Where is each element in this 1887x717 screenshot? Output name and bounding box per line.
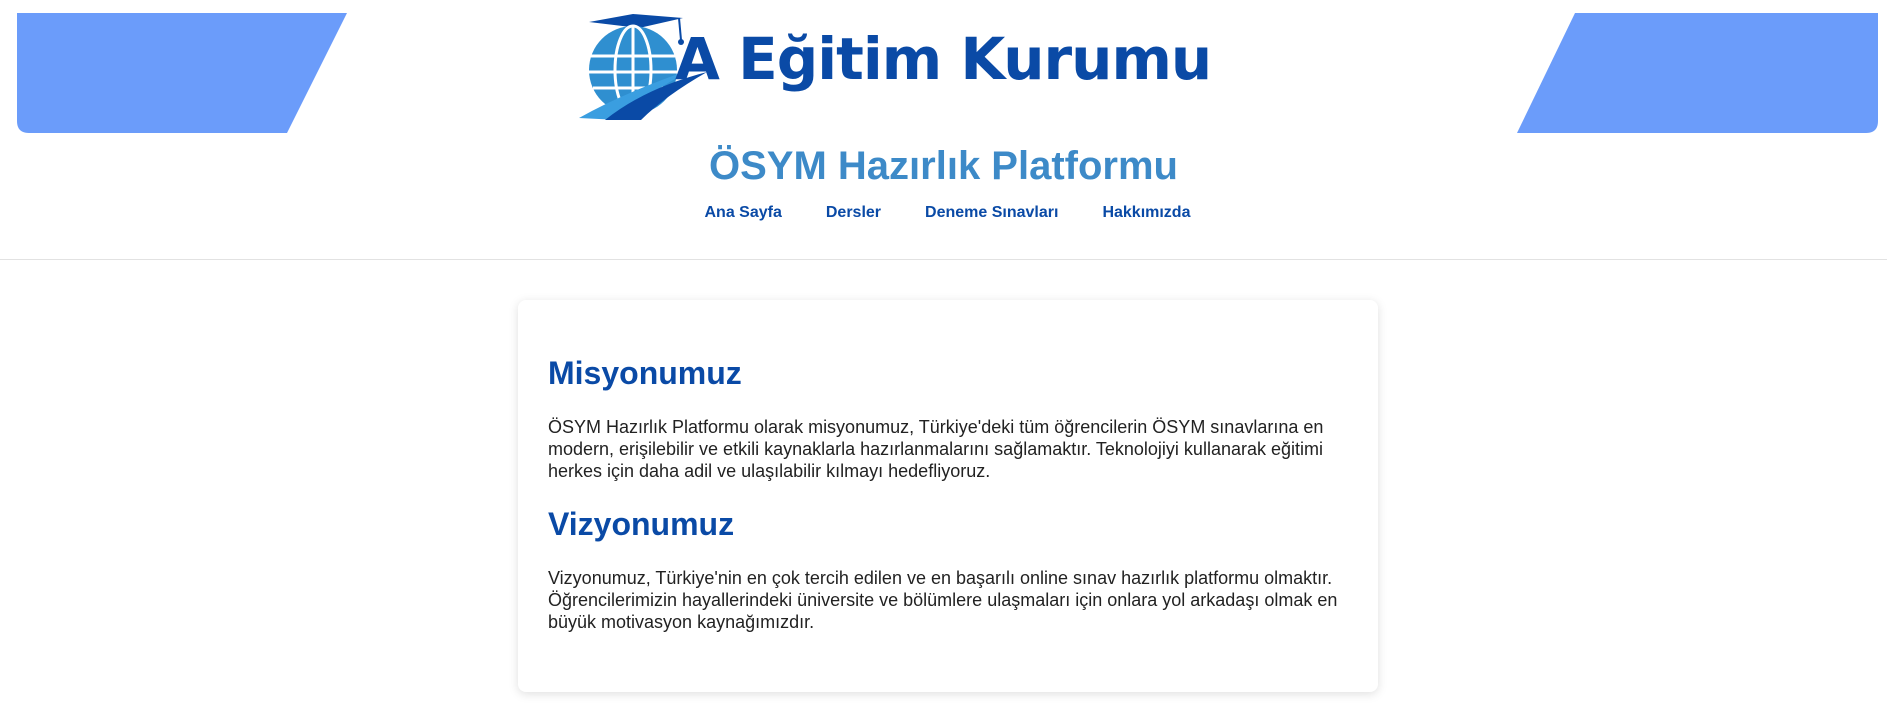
main-nav: Ana Sayfa Dersler Deneme Sınavları Hakkı… — [0, 204, 1887, 222]
header-decor-right — [1517, 13, 1878, 133]
site-logo[interactable]: A Eğitim Kurumu — [575, 12, 1225, 124]
site-title: ÖSYM Hazırlık Platformu — [709, 144, 1178, 188]
nav-link-hakkimizda[interactable]: Hakkımızda — [1102, 204, 1190, 222]
nav-link-ana-sayfa[interactable]: Ana Sayfa — [705, 204, 782, 222]
brand-name: A Eğitim Kurumu — [675, 25, 1212, 93]
vision-text: Vizyonumuz, Türkiye'nin en çok tercih ed… — [548, 568, 1338, 633]
page: A Eğitim Kurumu ÖSYM Hazırlık Platformu … — [0, 0, 1887, 717]
nav-link-dersler[interactable]: Dersler — [826, 204, 881, 222]
about-card: Misyonumuz ÖSYM Hazırlık Platformu olara… — [518, 300, 1378, 692]
mission-heading: Misyonumuz — [548, 355, 742, 391]
mission-text: ÖSYM Hazırlık Platformu olarak misyonumu… — [548, 417, 1324, 482]
nav-link-deneme-sinavlari[interactable]: Deneme Sınavları — [925, 204, 1058, 222]
header-divider — [0, 259, 1887, 260]
header-decor-left — [17, 13, 347, 133]
vision-heading: Vizyonumuz — [548, 506, 735, 543]
